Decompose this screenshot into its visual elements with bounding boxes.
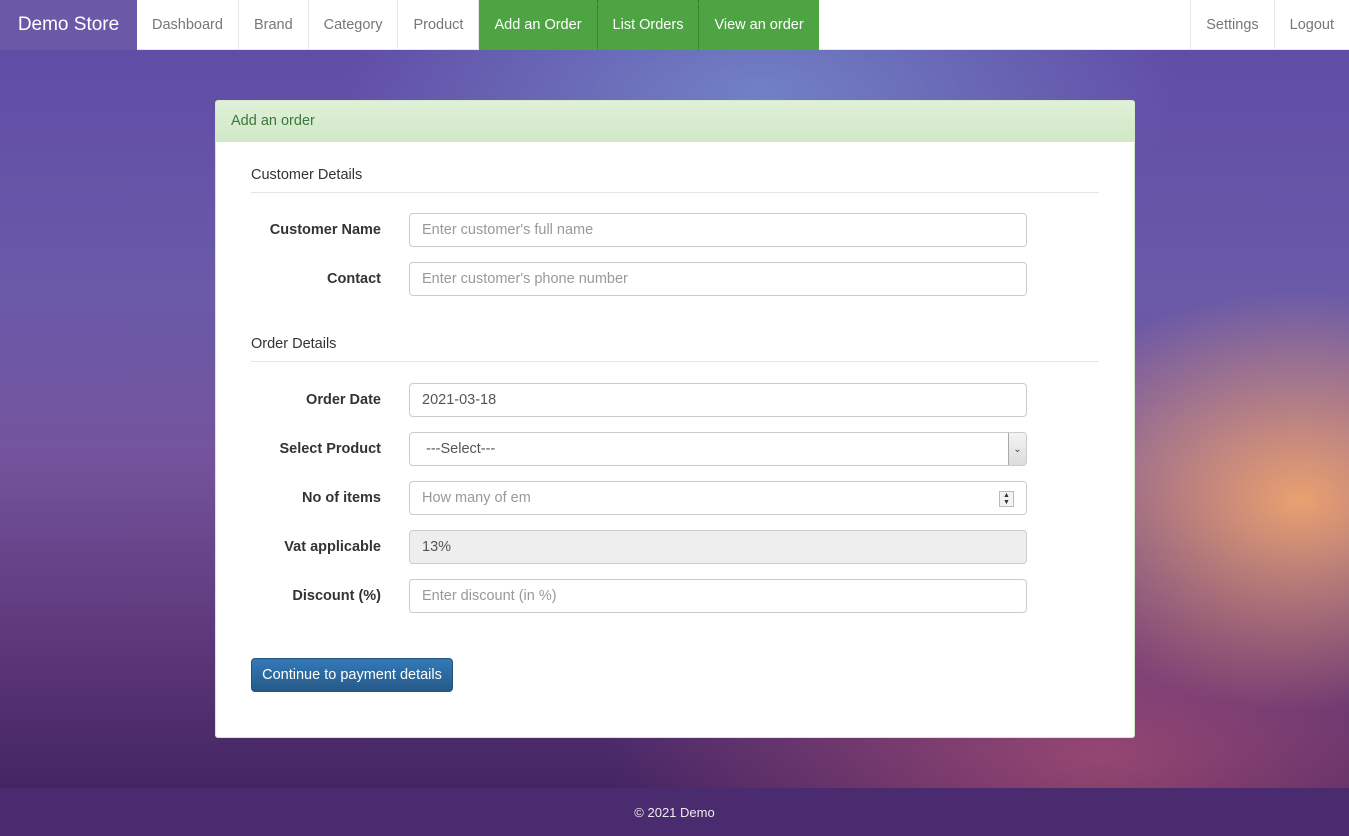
nav-item-add-order[interactable]: Add an Order — [479, 0, 598, 50]
panel-heading: Add an order — [216, 101, 1134, 142]
nav-item-list-orders[interactable]: List Orders — [597, 0, 700, 50]
contact-placeholder: Enter customer's phone number — [422, 271, 628, 287]
customer-name-input[interactable]: Enter customer's full name — [409, 213, 1027, 247]
customer-details-legend: Customer Details — [251, 167, 1099, 193]
discount-placeholder: Enter discount (in %) — [422, 588, 557, 604]
nav-item-brand[interactable]: Brand — [239, 0, 309, 50]
brand-logo[interactable]: Demo Store — [0, 0, 137, 50]
vat-label: Vat applicable — [284, 539, 381, 555]
discount-label: Discount (%) — [292, 588, 381, 604]
vat-value: 13% — [422, 539, 452, 555]
footer: © 2021 Demo — [0, 788, 1349, 836]
discount-row: Discount (%) Enter discount (in %) — [216, 579, 1136, 613]
vat-input: 13% — [409, 530, 1027, 564]
chevron-down-icon[interactable]: ⌄ — [1008, 433, 1026, 465]
nav-item-settings[interactable]: Settings — [1190, 0, 1273, 50]
continue-to-payment-button[interactable]: Continue to payment details — [251, 658, 453, 692]
contact-input[interactable]: Enter customer's phone number — [409, 262, 1027, 296]
customer-name-placeholder: Enter customer's full name — [422, 222, 594, 238]
no-of-items-placeholder: How many of em — [422, 490, 531, 506]
customer-name-label: Customer Name — [269, 222, 381, 238]
discount-input[interactable]: Enter discount (in %) — [409, 579, 1027, 613]
spinner-icon[interactable]: ▲ ▼ — [999, 491, 1014, 507]
no-of-items-input[interactable]: How many of em ▲ ▼ — [409, 481, 1027, 515]
order-date-label: Order Date — [306, 392, 381, 408]
select-product-value: ---Select--- — [426, 441, 496, 457]
nav-item-dashboard[interactable]: Dashboard — [137, 0, 239, 50]
nav-right-menu: Settings Logout — [1190, 0, 1349, 50]
no-of-items-row: No of items How many of em ▲ ▼ — [216, 481, 1136, 515]
top-navbar: Demo Store Dashboard Brand Category Prod… — [0, 0, 1349, 50]
order-date-value: 2021-03-18 — [422, 392, 497, 408]
add-order-panel: Add an order Customer Details Customer N… — [215, 100, 1135, 738]
order-date-row: Order Date 2021-03-18 — [216, 383, 1136, 417]
select-product-row: Select Product ---Select--- ⌄ — [216, 432, 1136, 466]
order-date-input[interactable]: 2021-03-18 — [409, 383, 1027, 417]
customer-name-row: Customer Name Enter customer's full name — [216, 213, 1136, 247]
order-details-legend: Order Details — [251, 336, 1099, 362]
nav-item-category[interactable]: Category — [309, 0, 399, 50]
nav-item-product[interactable]: Product — [398, 0, 480, 50]
footer-text: © 2021 Demo — [634, 804, 715, 820]
contact-label: Contact — [327, 271, 381, 287]
select-product-dropdown[interactable]: ---Select--- ⌄ — [409, 432, 1027, 466]
vat-row: Vat applicable 13% — [216, 530, 1136, 564]
contact-row: Contact Enter customer's phone number — [216, 262, 1136, 296]
nav-item-view-order[interactable]: View an order — [699, 0, 819, 50]
nav-item-logout[interactable]: Logout — [1273, 0, 1349, 50]
select-product-label: Select Product — [279, 441, 381, 457]
no-of-items-label: No of items — [302, 490, 381, 506]
nav-left-menu: Dashboard Brand Category Product Add an … — [137, 0, 819, 50]
